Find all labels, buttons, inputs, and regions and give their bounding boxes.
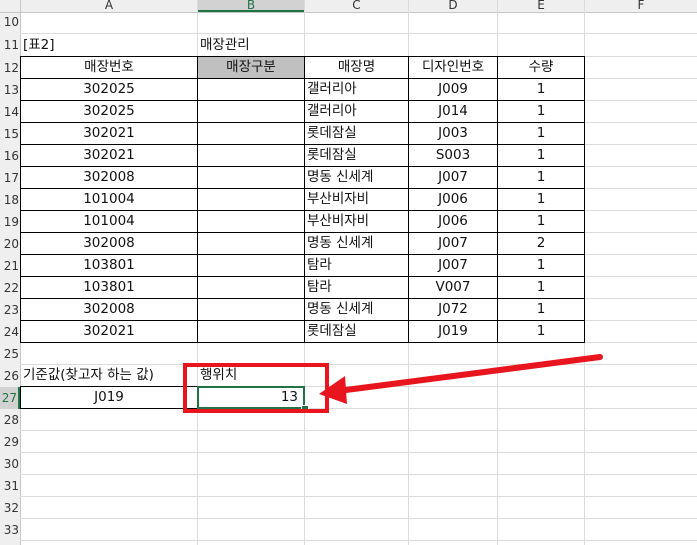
spreadsheet: A B C D E F 10 11 12 13 14 15 16 17 18 1… xyxy=(0,0,697,545)
annotation-arrow-icon xyxy=(319,354,603,404)
